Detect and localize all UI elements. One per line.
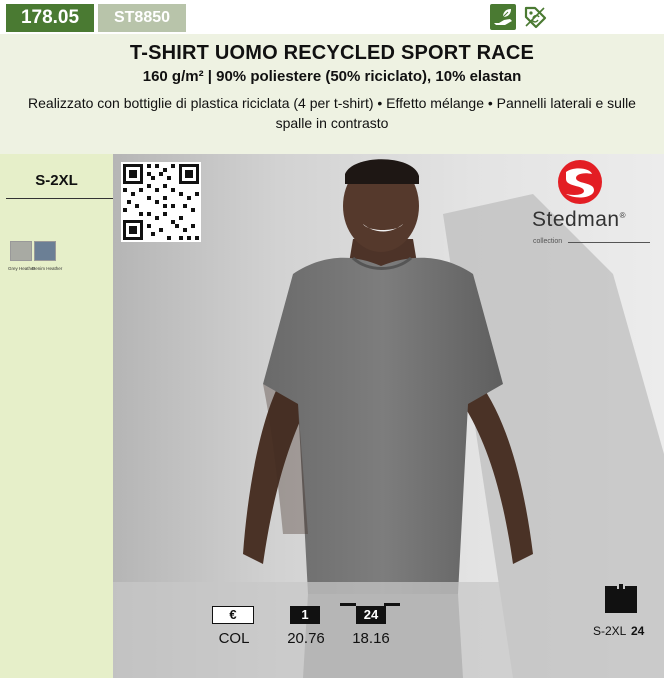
qr-code[interactable] xyxy=(121,162,201,242)
qty-tier-2: 24 xyxy=(356,606,386,624)
color-swatch-grey-heather[interactable] xyxy=(10,241,32,261)
eco-icons xyxy=(490,4,548,30)
product-description: Realizzato con bottiglie di plastica ric… xyxy=(28,95,636,131)
brand-logo: Stedman® collection xyxy=(528,158,656,250)
carton-bar-right xyxy=(384,603,400,606)
product-specs: 160 g/m² | 90% poliestere (50% riciclato… xyxy=(142,68,522,85)
brand-name: Stedman® xyxy=(532,208,626,231)
carton-box-icon xyxy=(605,584,637,613)
brand-collection: collection xyxy=(533,238,563,245)
price-row-label: COL xyxy=(218,630,250,647)
top-bar: 178.05 ST8850 xyxy=(0,0,664,34)
eco-hand-leaf-icon xyxy=(490,4,516,30)
price-tier-2: 18.16 xyxy=(352,630,390,647)
brand-underline xyxy=(568,242,650,243)
color-name: Grey Heather xyxy=(8,266,36,271)
size-divider xyxy=(6,198,113,199)
carton-quantity: 24 xyxy=(631,624,645,638)
size-range: S-2XL xyxy=(35,172,78,189)
recycled-tag-icon xyxy=(524,6,547,29)
stedman-logo-icon xyxy=(558,160,602,204)
product-header: T-SHIRT UOMO RECYCLED SPORT RACE 160 g/m… xyxy=(0,34,664,154)
product-code: 178.05 xyxy=(6,4,94,32)
price-tier-1: 20.76 xyxy=(287,630,325,647)
currency-label: € xyxy=(212,606,254,624)
qty-tier-1: 1 xyxy=(290,606,320,624)
product-reference: ST8850 xyxy=(98,4,186,32)
color-name: Denim Heather xyxy=(32,266,63,271)
color-swatch-denim-heather[interactable] xyxy=(34,241,56,261)
carton-sizes: S-2XL xyxy=(593,624,627,638)
product-title: T-SHIRT UOMO RECYCLED SPORT RACE xyxy=(129,42,535,64)
carton-bar-left xyxy=(340,603,356,606)
sidebar: S-2XL Grey Heather Denim Heather xyxy=(0,154,113,678)
